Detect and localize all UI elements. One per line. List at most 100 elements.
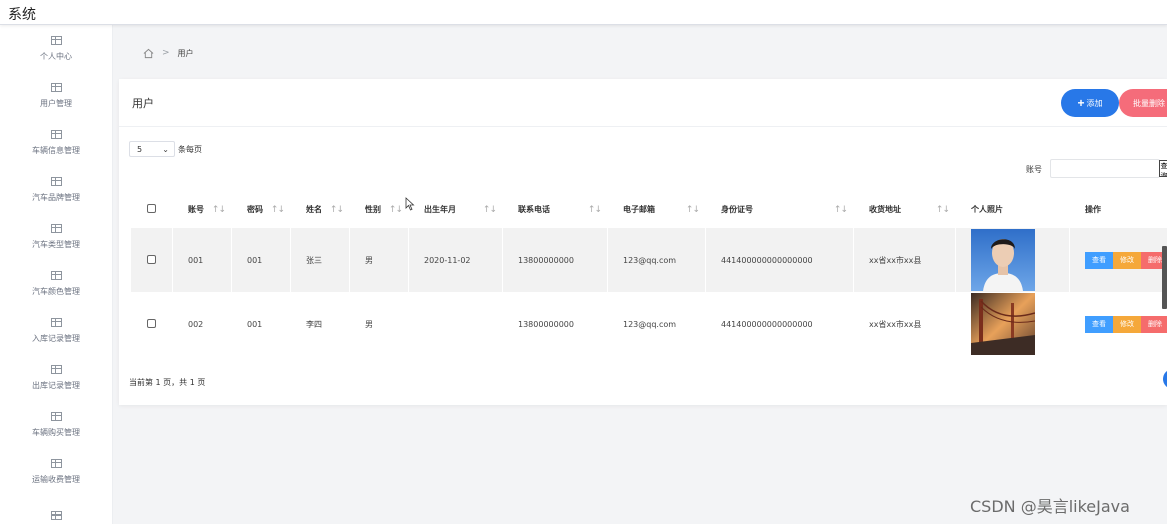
- select-all-checkbox[interactable]: [147, 204, 156, 213]
- account-search-input[interactable]: [1050, 159, 1160, 178]
- cell-password: 001: [232, 292, 290, 356]
- search-label: 账号: [1026, 165, 1042, 174]
- sidebar-item-users[interactable]: 用户管理: [0, 72, 112, 119]
- column-header-label: 身份证号: [721, 205, 753, 214]
- breadcrumb-current: 用户: [177, 48, 194, 58]
- sort-icon[interactable]: ↑↓: [271, 205, 285, 215]
- page-size-control: 5 ⌄ 条每页: [129, 141, 202, 157]
- cell-photo: [956, 228, 1069, 292]
- sidebar-item-label: 运输收费管理: [32, 474, 80, 484]
- scrollbar-thumb[interactable]: [1162, 246, 1167, 309]
- table-icon: [50, 35, 62, 45]
- table-row[interactable]: 001 001 张三 男 2020-11-02 13800000000 123@…: [131, 228, 1167, 292]
- mouse-cursor-icon: [405, 197, 415, 211]
- app-title: 系统: [8, 7, 36, 23]
- sort-icon[interactable]: ↑↓: [212, 205, 226, 215]
- sidebar-item-car-brand[interactable]: 汽车品牌管理: [0, 166, 112, 213]
- column-header-label: 电子邮箱: [623, 205, 655, 214]
- table-icon: [50, 458, 62, 468]
- column-header-phone[interactable]: 联系电话 ↑↓: [503, 191, 607, 228]
- chevron-down-icon: ⌄: [162, 145, 169, 154]
- sidebar-item-outbound[interactable]: 出库记录管理: [0, 354, 112, 401]
- table-icon: [50, 511, 62, 520]
- view-button[interactable]: 查看: [1085, 315, 1113, 333]
- breadcrumb-separator: >: [162, 48, 170, 58]
- sort-icon[interactable]: ↑↓: [588, 205, 602, 215]
- sort-icon[interactable]: ↑↓: [483, 205, 497, 215]
- column-header-label: 联系电话: [518, 205, 550, 214]
- column-header-id-number[interactable]: 身份证号 ↑↓: [706, 191, 853, 228]
- batch-delete-button[interactable]: 批量删除: [1119, 89, 1167, 117]
- cell-address: xx省xx市xx县: [854, 228, 955, 292]
- column-header-actions: 操作: [1070, 191, 1167, 228]
- column-header-password[interactable]: 密码 ↑↓: [232, 191, 290, 228]
- sidebar-item-more[interactable]: [0, 495, 112, 524]
- sidebar-item-inbound[interactable]: 入库记录管理: [0, 307, 112, 354]
- card-header: 用户 + 添加 批量删除: [119, 79, 1167, 127]
- column-header-label: 操作: [1085, 205, 1101, 214]
- table-icon: [50, 176, 62, 186]
- sidebar-item-label: 汽车品牌管理: [32, 192, 80, 202]
- cell-photo: [956, 292, 1069, 356]
- column-header-email[interactable]: 电子邮箱 ↑↓: [608, 191, 705, 228]
- page-size-select[interactable]: 5 ⌄: [129, 141, 175, 157]
- table-icon: [50, 411, 62, 421]
- breadcrumb: > 用户: [127, 41, 1167, 65]
- sidebar-item-transport-fee[interactable]: 运输收费管理: [0, 448, 112, 495]
- sidebar-item-label: 入库记录管理: [32, 333, 80, 343]
- column-header-label: 密码: [247, 205, 263, 214]
- sidebar-item-purchase[interactable]: 车辆购买管理: [0, 401, 112, 448]
- column-header-name[interactable]: 姓名 ↑↓: [291, 191, 349, 228]
- cell-gender: 男: [350, 228, 408, 292]
- column-header-account[interactable]: 账号 ↑↓: [173, 191, 231, 228]
- bridge-photo: [971, 293, 1035, 355]
- sidebar-item-label: 汽车类型管理: [32, 239, 80, 249]
- view-button[interactable]: 查看: [1085, 251, 1113, 269]
- cell-birth: [409, 292, 502, 356]
- cell-password: 001: [232, 228, 290, 292]
- sort-icon[interactable]: ↑↓: [936, 205, 950, 215]
- portrait-photo: [971, 229, 1035, 291]
- table-icon: [50, 223, 62, 233]
- sort-icon[interactable]: ↑↓: [686, 205, 700, 215]
- edit-button[interactable]: 修改: [1113, 315, 1141, 333]
- watermark: CSDN @昊言likeJava: [970, 497, 1130, 516]
- pagination-button[interactable]: [1163, 369, 1167, 389]
- page-title: 用户: [132, 97, 154, 110]
- column-header-photo: 个人照片: [956, 191, 1069, 228]
- sidebar-item-car-type[interactable]: 汽车类型管理: [0, 213, 112, 260]
- add-button[interactable]: + 添加: [1061, 89, 1119, 117]
- table-icon: [50, 317, 62, 327]
- user-list-card: 用户 + 添加 批量删除 5 ⌄ 条每页 账号 查询 账号 ↑↓ 密码 ↑↓ 姓名 ↑…: [119, 79, 1167, 405]
- sort-icon[interactable]: ↑↓: [389, 205, 403, 215]
- column-header-birth[interactable]: 出生年月 ↑↓: [409, 191, 502, 228]
- sort-icon[interactable]: ↑↓: [330, 205, 344, 215]
- sidebar-item-vehicle-info[interactable]: 车辆信息管理: [0, 119, 112, 166]
- sort-icon[interactable]: ↑↓: [834, 205, 848, 215]
- sidebar-item-label: 个人中心: [40, 51, 72, 61]
- cell-account: 002: [173, 292, 231, 356]
- row-checkbox[interactable]: [147, 318, 156, 328]
- column-header-label: 账号: [188, 205, 204, 214]
- cell-email: 123@qq.com: [608, 292, 705, 356]
- cell-id-number: 441400000000000000: [706, 228, 853, 292]
- sidebar-item-label: 汽车颜色管理: [32, 286, 80, 296]
- column-header-label: 性别: [365, 205, 381, 214]
- sidebar-item-label: 用户管理: [40, 98, 72, 108]
- row-checkbox[interactable]: [147, 254, 156, 264]
- column-header-gender[interactable]: 性别 ↑↓: [350, 191, 408, 228]
- cell-actions: 查看 修改 删除: [1070, 228, 1167, 292]
- column-header-label: 姓名: [306, 205, 322, 214]
- page-size-value: 5: [137, 144, 143, 154]
- home-icon[interactable]: [143, 48, 154, 59]
- edit-button[interactable]: 修改: [1113, 251, 1141, 269]
- delete-button[interactable]: 删除: [1141, 315, 1167, 333]
- cell-account: 001: [173, 228, 231, 292]
- column-header-address[interactable]: 收货地址 ↑↓: [854, 191, 955, 228]
- sidebar-item-car-color[interactable]: 汽车颜色管理: [0, 260, 112, 307]
- row-select-cell: [131, 228, 172, 292]
- cell-id-number: 441400000000000000: [706, 292, 853, 356]
- table-row[interactable]: 002 001 李四 男 13800000000 123@qq.com 4414…: [131, 292, 1167, 356]
- sidebar-item-profile[interactable]: 个人中心: [0, 25, 112, 72]
- search-button[interactable]: 查询: [1159, 160, 1167, 177]
